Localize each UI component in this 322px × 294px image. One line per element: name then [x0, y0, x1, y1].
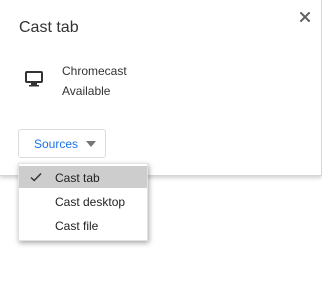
- monitor-icon: [25, 71, 43, 87]
- sources-button[interactable]: Sources: [18, 129, 106, 158]
- sink-name: Chromecast: [62, 64, 127, 78]
- sources-menu: Cast tab Cast desktop Cast file: [18, 163, 148, 241]
- close-icon: [300, 12, 310, 22]
- cast-dialog: Cast tab Chromecast Available Sources: [0, 0, 322, 176]
- cast-window: Cast tab Chromecast Available Sources Ca…: [0, 0, 322, 294]
- sink-chromecast[interactable]: Chromecast Available: [18, 60, 268, 104]
- check-icon: [30, 172, 42, 182]
- menu-item-label: Cast tab: [55, 171, 100, 185]
- menu-item-cast-file[interactable]: Cast file: [19, 214, 147, 236]
- dialog-title: Cast tab: [19, 19, 79, 36]
- menu-item-label: Cast desktop: [55, 195, 126, 209]
- menu-item-cast-tab[interactable]: Cast tab: [19, 166, 147, 188]
- caret-down-icon: [86, 141, 96, 147]
- menu-item-cast-desktop[interactable]: Cast desktop: [19, 190, 147, 212]
- sources-button-label: Sources: [34, 137, 79, 151]
- menu-item-label: Cast file: [55, 219, 99, 233]
- close-button[interactable]: [294, 6, 316, 28]
- sink-status: Available: [62, 84, 111, 98]
